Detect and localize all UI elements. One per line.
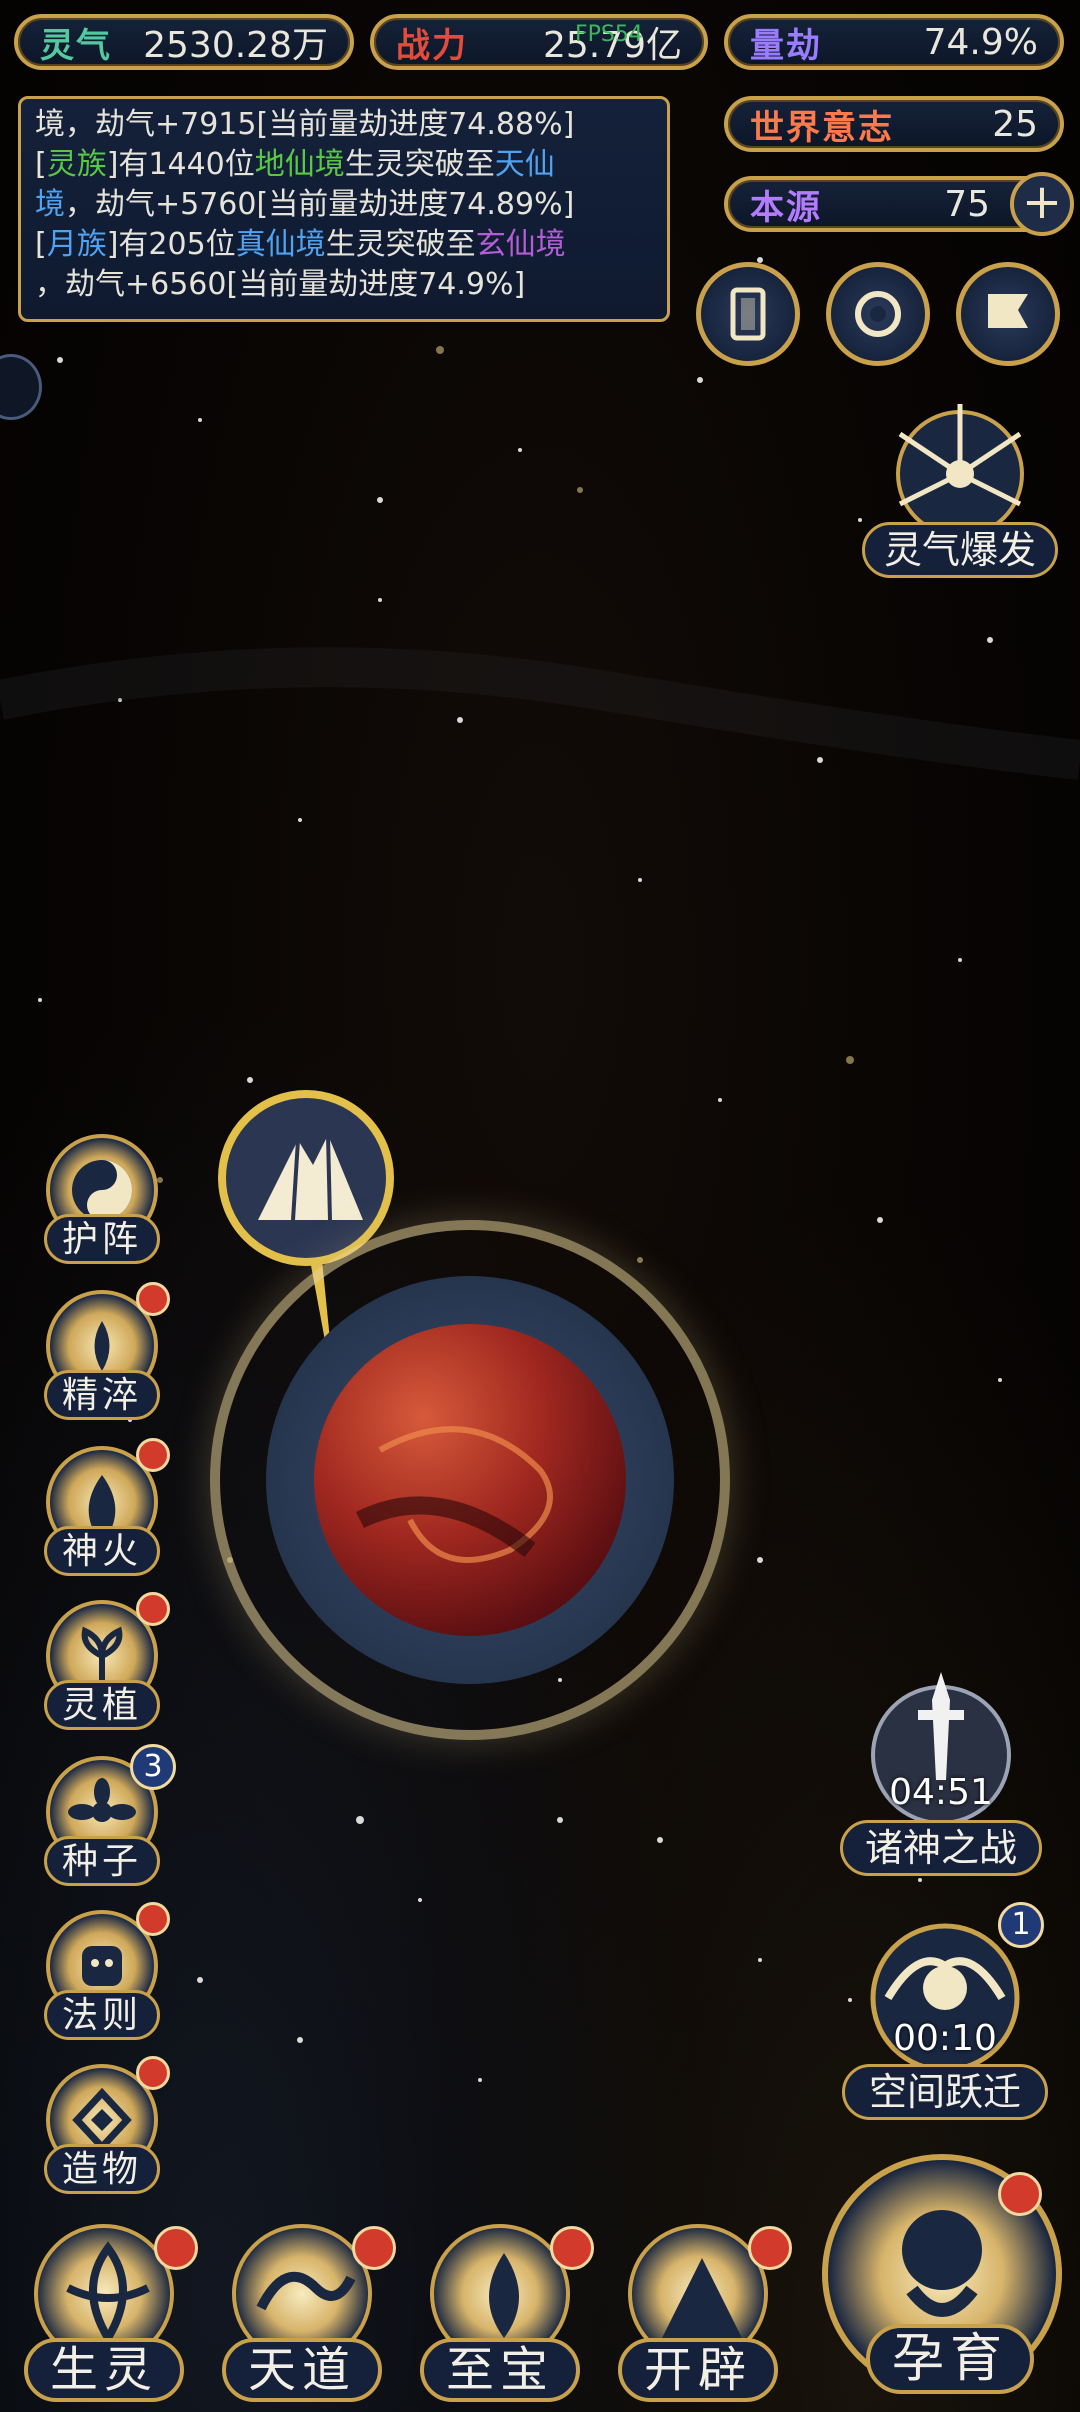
origin-value: 75 <box>944 183 990 225</box>
side-item-divine-fire[interactable]: 神火 <box>38 1438 170 1586</box>
notification-dot <box>136 1282 170 1316</box>
calamity-value: 74.9% <box>923 21 1038 63</box>
side-item-seed[interactable]: 种子 3 <box>38 1744 176 1896</box>
world-will-bar[interactable]: 世界意志 25 <box>724 96 1064 152</box>
notification-dot <box>136 2056 170 2090</box>
flag-button[interactable] <box>956 262 1060 366</box>
calamity-bar[interactable]: 量劫 74.9% <box>724 14 1064 70</box>
notification-dot <box>550 2226 594 2270</box>
space-jump-button[interactable]: 00:10 空间跃迁 1 <box>838 1902 1052 2128</box>
fps-counter: FPS54 <box>575 22 643 47</box>
log-line: 境，劫气+5760[当前量劫进度74.89%] <box>35 187 575 222</box>
calamity-label: 量劫 <box>750 25 822 66</box>
event-log[interactable]: 境，劫气+7915[当前量劫进度74.88%] [灵族]有1440位地仙境生灵突… <box>18 96 670 322</box>
world-will-label: 世界意志 <box>750 107 894 148</box>
nav-label: 至宝 <box>420 2338 580 2402</box>
side-item-refine[interactable]: 精淬 <box>38 1282 170 1430</box>
log-line: [灵族]有1440位地仙境生灵突破至天仙 <box>35 147 555 182</box>
notification-dot <box>352 2226 396 2270</box>
log-line: 境，劫气+7915[当前量劫进度74.88%] <box>35 107 575 142</box>
combat-power-label: 战力 <box>396 25 468 66</box>
log-line: [月族]有205位真仙境生灵突破至玄仙境 <box>35 227 566 262</box>
war-timer: 04:51 <box>889 1772 993 1813</box>
origin-label: 本源 <box>750 187 822 228</box>
side-item-label: 精淬 <box>44 1370 160 1420</box>
nav-beings[interactable]: 生灵 <box>14 2210 198 2410</box>
world-will-value: 25 <box>992 103 1038 145</box>
side-item-label: 护阵 <box>44 1214 160 1264</box>
side-item-label: 灵植 <box>44 1680 160 1730</box>
war-of-gods-button[interactable]: 04:51 诸神之战 <box>838 1660 1044 1880</box>
nav-label: 孕育 <box>866 2324 1034 2394</box>
nav-treasure[interactable]: 至宝 <box>410 2210 594 2410</box>
planet-swirl <box>355 1426 553 1563</box>
war-of-gods-label: 诸神之战 <box>840 1820 1042 1876</box>
nav-label: 生灵 <box>24 2338 184 2402</box>
nav-label: 天道 <box>222 2338 382 2402</box>
jump-timer: 00:10 <box>893 2018 997 2059</box>
spirit-qi-bar[interactable]: 灵气 2530.28万 <box>14 14 354 70</box>
space-jump-label: 空间跃迁 <box>842 2064 1048 2120</box>
side-item-label: 种子 <box>44 1836 160 1886</box>
side-item-label: 法则 <box>44 1990 160 2040</box>
planet-world[interactable] <box>210 1220 730 1740</box>
seed-count-badge: 3 <box>130 1744 176 1790</box>
side-item-formation[interactable]: 护阵 <box>38 1134 168 1274</box>
spirit-qi-label: 灵气 <box>40 25 112 66</box>
nav-nurture[interactable]: 孕育 <box>812 2150 1072 2408</box>
combat-power-bar[interactable]: 战力 25.79亿 <box>370 14 708 70</box>
notification-dot <box>136 1902 170 1936</box>
side-item-creation[interactable]: 造物 <box>38 2056 170 2204</box>
vortex-icon <box>855 291 901 337</box>
jump-count-badge: 1 <box>998 1902 1044 1948</box>
nav-heaven-dao[interactable]: 天道 <box>212 2210 396 2410</box>
log-line: ，劫气+6560[当前量劫进度74.9%] <box>35 267 526 302</box>
nav-pioneer[interactable]: 开辟 <box>608 2210 792 2410</box>
add-origin-button[interactable]: + <box>1010 172 1074 236</box>
notification-dot <box>748 2226 792 2270</box>
side-item-law[interactable]: 法则 <box>38 1902 170 2050</box>
card-icon <box>730 287 766 341</box>
spirit-burst-label: 灵气爆发 <box>862 522 1058 578</box>
notification-dot <box>154 2226 198 2270</box>
card-button[interactable] <box>696 262 800 366</box>
spirit-burst-button[interactable]: 灵气爆发 <box>860 394 1060 594</box>
flag-icon <box>988 294 1028 328</box>
side-item-label: 造物 <box>44 2144 160 2194</box>
side-item-spirit-plant[interactable]: 灵植 <box>38 1592 170 1740</box>
side-item-label: 神火 <box>44 1526 160 1576</box>
notification-dot <box>998 2172 1042 2216</box>
spirit-qi-value: 2530.28万 <box>143 25 328 66</box>
vortex-button[interactable] <box>826 262 930 366</box>
game-screen: 灵气 2530.28万 战力 25.79亿 FPS54 量劫 74.9% 世界意… <box>0 0 1080 2412</box>
plus-icon: + <box>1021 174 1063 230</box>
nav-label: 开辟 <box>618 2338 778 2402</box>
notification-dot <box>136 1592 170 1626</box>
notification-dot <box>136 1438 170 1472</box>
